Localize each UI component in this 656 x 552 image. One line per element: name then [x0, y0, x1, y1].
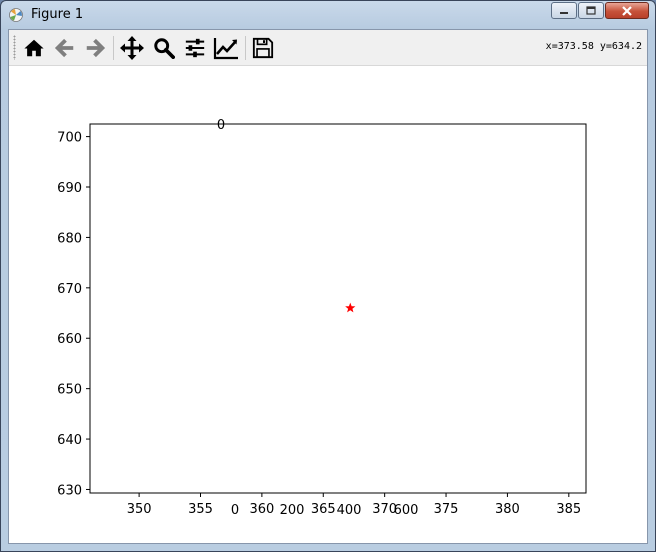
- move-icon: [120, 36, 144, 60]
- arrow-right-icon: [86, 38, 106, 58]
- forward-button[interactable]: [82, 35, 108, 61]
- x-tick-label: 375: [434, 502, 459, 517]
- y-tick-label: 680: [57, 231, 82, 246]
- maximize-button[interactable]: [578, 2, 604, 19]
- magnifier-icon: [154, 38, 175, 59]
- back-button[interactable]: [52, 35, 78, 61]
- maximize-icon: [586, 6, 596, 15]
- line-chart-icon: [213, 38, 238, 60]
- y-tick-label: 630: [57, 483, 82, 498]
- home-icon: [24, 39, 44, 57]
- x-tick-label: 350: [127, 502, 152, 517]
- plot-canvas[interactable]: 0 0 200 400 600 630 640 650 660 670 680 690 700 350…: [9, 66, 649, 538]
- close-button[interactable]: [605, 2, 649, 19]
- figure-client-area: x=373.58 y=634.2 0 0 200 400 600 630 640 650 66…: [8, 29, 648, 544]
- home-button[interactable]: [21, 35, 47, 61]
- save-button[interactable]: [250, 35, 276, 61]
- minimize-button[interactable]: [551, 2, 577, 19]
- stray-tick-label: 600: [394, 503, 419, 518]
- floppy-disk-icon: [252, 37, 274, 59]
- y-tick-label: 660: [57, 332, 82, 347]
- toolbar-separator: [245, 36, 246, 60]
- title-bar[interactable]: Figure 1: [1, 1, 655, 29]
- x-tick-label: 360: [249, 502, 274, 517]
- matplotlib-icon: [9, 8, 23, 22]
- y-tick-label: 700: [57, 131, 82, 146]
- navigation-toolbar: x=373.58 y=634.2: [9, 30, 647, 66]
- subplots-button[interactable]: [182, 35, 208, 61]
- sliders-icon: [185, 38, 205, 58]
- arrow-left-icon: [54, 38, 74, 58]
- y-tick-label: 690: [57, 181, 82, 196]
- pan-button[interactable]: [119, 35, 145, 61]
- toolbar-separator: [113, 36, 114, 60]
- x-tick-label: 380: [495, 502, 520, 517]
- stray-tick-label: 200: [280, 503, 305, 518]
- x-tick-label: 355: [188, 502, 213, 517]
- y-tick-label: 670: [57, 282, 82, 297]
- window-controls: [551, 2, 649, 19]
- star-marker: [345, 302, 356, 313]
- cursor-coordinates: x=373.58 y=634.2: [545, 41, 642, 52]
- figure-window: Figure 1 x=373.58 y=634.2 0 0 200 400 60…: [0, 0, 656, 552]
- x-tick-label: 365: [311, 502, 336, 517]
- y-tick-label: 640: [57, 433, 82, 448]
- stray-tick-label: 400: [337, 503, 362, 518]
- edit-axes-button[interactable]: [213, 35, 239, 61]
- stray-tick-label: 0: [231, 503, 239, 518]
- window-title: Figure 1: [31, 7, 84, 22]
- stray-tick-label: 0: [217, 118, 225, 133]
- y-tick-label: 650: [57, 383, 82, 398]
- x-tick-label: 370: [372, 502, 397, 517]
- close-icon: [622, 5, 632, 16]
- zoom-button[interactable]: [151, 35, 177, 61]
- axes-frame: [89, 123, 587, 494]
- x-tick-label: 385: [556, 502, 581, 517]
- toolbar-grip[interactable]: [13, 35, 16, 60]
- minimize-icon: [560, 11, 568, 14]
